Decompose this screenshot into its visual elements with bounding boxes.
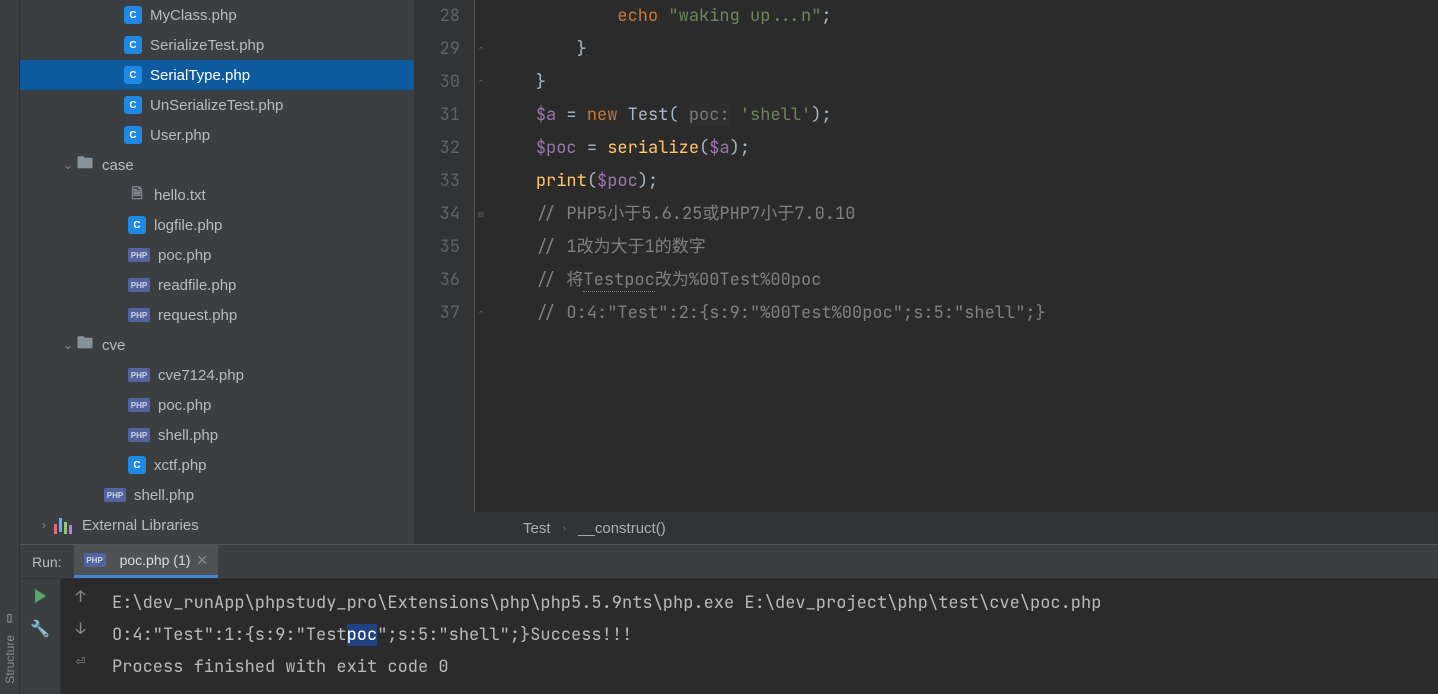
php-file-icon: PHP <box>128 368 150 382</box>
class-file-icon: C <box>124 96 142 114</box>
tree-item-case[interactable]: ⌄🖿 case <box>20 150 414 180</box>
breadcrumb-class[interactable]: Test <box>523 520 551 537</box>
line-gutter: 28293031323334353637 <box>415 0 475 512</box>
chevron-down-icon[interactable]: ⌄ <box>60 158 76 172</box>
bookmarks-icon[interactable]: ▯ <box>5 609 13 627</box>
tree-item-label: hello.txt <box>154 187 206 204</box>
php-file-icon: PHP <box>128 278 150 292</box>
tree-item-unserializetest-php[interactable]: C UnSerializeTest.php <box>20 90 414 120</box>
tree-item-label: UnSerializeTest.php <box>150 97 283 114</box>
tree-item-label: readfile.php <box>158 277 236 294</box>
php-file-icon: PHP <box>84 553 106 567</box>
run-header: Run: PHP poc.php (1) ✕ <box>20 545 1438 579</box>
text-file-icon: 🗎 <box>128 186 146 204</box>
run-toolbar-secondary: ↑ ↓ ⏎ <box>60 579 100 694</box>
php-file-icon: PHP <box>128 398 150 412</box>
tree-item-xctf-php[interactable]: Cxctf.php <box>20 450 414 480</box>
run-tab[interactable]: PHP poc.php (1) ✕ <box>74 545 219 578</box>
php-file-icon: PHP <box>104 488 126 502</box>
left-tool-rail: ▯ Structure <box>0 0 20 694</box>
tree-item-poc-php[interactable]: PHP poc.php <box>20 390 414 420</box>
tree-item-label: User.php <box>150 127 210 144</box>
tree-item-label: cve7124.php <box>158 367 244 384</box>
tree-item-myclass-php[interactable]: C MyClass.php <box>20 0 414 30</box>
tree-item-request-php[interactable]: PHP request.php <box>20 300 414 330</box>
tree-item-label: poc.php <box>158 397 211 414</box>
folder-icon: 🖿 <box>76 336 94 354</box>
tree-item-label: cve <box>102 337 125 354</box>
chevron-down-icon[interactable]: ⌄ <box>60 338 76 352</box>
folder-icon: 🖿 <box>76 156 94 174</box>
tree-item-label: case <box>102 157 134 174</box>
project-tree[interactable]: C MyClass.php C SerializeTest.php C SerialTyp… <box>20 0 415 544</box>
fold-column[interactable]: ⌃⌃ ⊟ ⌃ <box>475 0 487 512</box>
tree-item-label: poc.php <box>158 247 211 264</box>
class-file-icon: C <box>124 6 142 24</box>
tree-item-label: External Libraries <box>82 517 199 534</box>
class-file-icon: C <box>128 456 146 474</box>
down-stack-icon[interactable]: ↓ <box>72 619 90 637</box>
console-selection: poc <box>347 624 378 646</box>
tree-item-label: request.php <box>158 307 237 324</box>
tree-item-user-php[interactable]: C User.php <box>20 120 414 150</box>
chevron-right-icon[interactable]: › <box>36 518 52 532</box>
libraries-icon <box>52 516 74 534</box>
structure-tool-label[interactable]: Structure <box>3 635 17 684</box>
run-tool-window: Run: PHP poc.php (1) ✕ 🔧 ↑ ↓ ⏎ E:\dev_ru… <box>20 544 1438 694</box>
tree-item-cve7124-php[interactable]: PHP cve7124.php <box>20 360 414 390</box>
code-text[interactable]: echo "waking up...n"; } } $a = new Test(… <box>487 0 1438 512</box>
up-stack-icon[interactable]: ↑ <box>72 587 90 605</box>
php-file-icon: PHP <box>128 248 150 262</box>
tree-item-external-libraries[interactable]: › External Libraries <box>20 510 414 540</box>
tree-item-shell-php[interactable]: PHP shell.php <box>20 420 414 450</box>
console-output[interactable]: E:\dev_runApp\phpstudy_pro\Extensions\ph… <box>100 579 1438 694</box>
tree-item-label: xctf.php <box>154 457 207 474</box>
tree-item-label: logfile.php <box>154 217 222 234</box>
tree-item-poc-php[interactable]: PHP poc.php <box>20 240 414 270</box>
class-file-icon: C <box>128 216 146 234</box>
tree-item-serializetest-php[interactable]: C SerializeTest.php <box>20 30 414 60</box>
rerun-button[interactable] <box>31 587 49 605</box>
tree-item-logfile-php[interactable]: Clogfile.php <box>20 210 414 240</box>
class-file-icon: C <box>124 36 142 54</box>
play-icon <box>35 589 46 603</box>
class-file-icon: C <box>124 66 142 84</box>
breadcrumb-method[interactable]: __construct() <box>578 520 666 537</box>
chevron-right-icon: › <box>563 523 567 535</box>
soft-wrap-icon[interactable]: ⏎ <box>72 651 90 669</box>
tree-item-serialtype-php[interactable]: C SerialType.php <box>20 60 414 90</box>
run-toolbar-primary: 🔧 <box>20 579 60 694</box>
tree-item-readfile-php[interactable]: PHP readfile.php <box>20 270 414 300</box>
run-label: Run: <box>20 554 74 570</box>
php-file-icon: PHP <box>128 428 150 442</box>
tree-item-label: MyClass.php <box>150 7 237 24</box>
tree-item-label: SerialType.php <box>150 67 250 84</box>
tree-item-label: shell.php <box>134 487 194 504</box>
tree-item-hello-txt[interactable]: 🗎 hello.txt <box>20 180 414 210</box>
class-file-icon: C <box>124 126 142 144</box>
tree-item-label: shell.php <box>158 427 218 444</box>
php-file-icon: PHP <box>128 308 150 322</box>
close-icon[interactable]: ✕ <box>196 552 208 569</box>
tree-item-shell-php[interactable]: PHP shell.php <box>20 480 414 510</box>
run-tab-title: poc.php (1) <box>120 552 191 568</box>
code-editor: 28293031323334353637 ⌃⌃ ⊟ ⌃ echo "waking… <box>415 0 1438 544</box>
tree-item-label: SerializeTest.php <box>150 37 264 54</box>
edit-config-button[interactable]: 🔧 <box>31 619 49 637</box>
breadcrumb-bar[interactable]: Test › __construct() <box>415 512 1438 544</box>
tree-item-cve[interactable]: ⌄🖿 cve <box>20 330 414 360</box>
